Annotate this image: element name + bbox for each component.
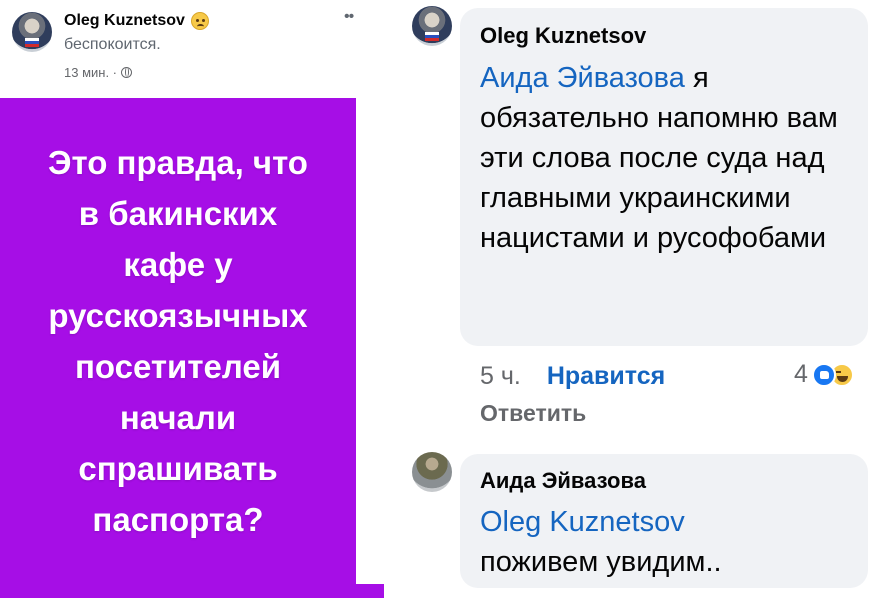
comment-avatar[interactable]	[412, 452, 452, 492]
comment-mention[interactable]: Oleg Kuznetsov	[480, 502, 860, 542]
author-avatar[interactable]	[12, 12, 52, 52]
post-image-line: посетителей	[74, 348, 282, 385]
post-image-line: Это правда, что	[48, 144, 308, 181]
post-image-line: паспорта?	[92, 501, 264, 538]
post-time[interactable]: 13 мин. ·	[64, 65, 117, 80]
comments-panel: Oleg Kuznetsov Аида Эйвазова я обязатель…	[392, 0, 882, 598]
reaction-count: 4	[794, 360, 808, 388]
comment-avatar[interactable]	[412, 6, 452, 46]
post-image-line: кафе у	[123, 246, 233, 283]
reply-button[interactable]: Ответить	[480, 400, 586, 427]
comment-author[interactable]: Oleg Kuznetsov	[480, 23, 646, 49]
comment-text: Oleg Kuznetsov поживем увидим..	[480, 502, 860, 582]
post-feeling: беспокоится.	[64, 36, 161, 53]
post-image[interactable]: Это правда, что в бакинских кафе у русск…	[0, 98, 356, 584]
post-image-edge	[356, 98, 384, 584]
comment-time[interactable]: 5 ч.	[480, 362, 521, 391]
post-author-name[interactable]: Oleg Kuznetsov	[64, 12, 185, 30]
comment-body: поживем увидим..	[480, 546, 722, 578]
comment-text: Аида Эйвазова я обязательно напомню вам …	[480, 58, 860, 258]
post-meta: 13 мин. ·	[64, 65, 133, 80]
post-image-line: в бакинских	[78, 195, 278, 232]
flag-icon	[425, 32, 439, 41]
comment-bubble: Аида Эйвазова Oleg Kuznetsov поживем уви…	[460, 454, 868, 588]
comment-author[interactable]: Аида Эйвазова	[480, 468, 646, 494]
post-image-bottom-strip	[0, 584, 384, 598]
post-image-line: спрашивать	[78, 450, 278, 487]
like-button[interactable]: Нравится	[547, 362, 665, 391]
post-image-text: Это правда, что в бакинских кафе у русск…	[48, 137, 308, 545]
globe-icon	[121, 67, 133, 78]
more-options-icon[interactable]: ••	[344, 8, 354, 26]
comment-actions: 5 ч. Нравится	[480, 356, 665, 396]
like-icon	[811, 362, 836, 387]
post-image-line: начали	[119, 399, 237, 436]
post-image-line: русскоязычных	[48, 297, 308, 334]
flag-icon	[25, 38, 39, 47]
reactions-summary[interactable]: 4	[794, 360, 854, 389]
comment-mention[interactable]: Аида Эйвазова	[480, 62, 685, 94]
post-author: Oleg Kuznetsov	[64, 12, 209, 30]
worried-emoji-icon	[190, 12, 209, 30]
post-card: Oleg Kuznetsov беспокоится. 13 мин. · ••…	[0, 0, 384, 598]
comment-bubble: Oleg Kuznetsov Аида Эйвазова я обязатель…	[460, 8, 868, 346]
